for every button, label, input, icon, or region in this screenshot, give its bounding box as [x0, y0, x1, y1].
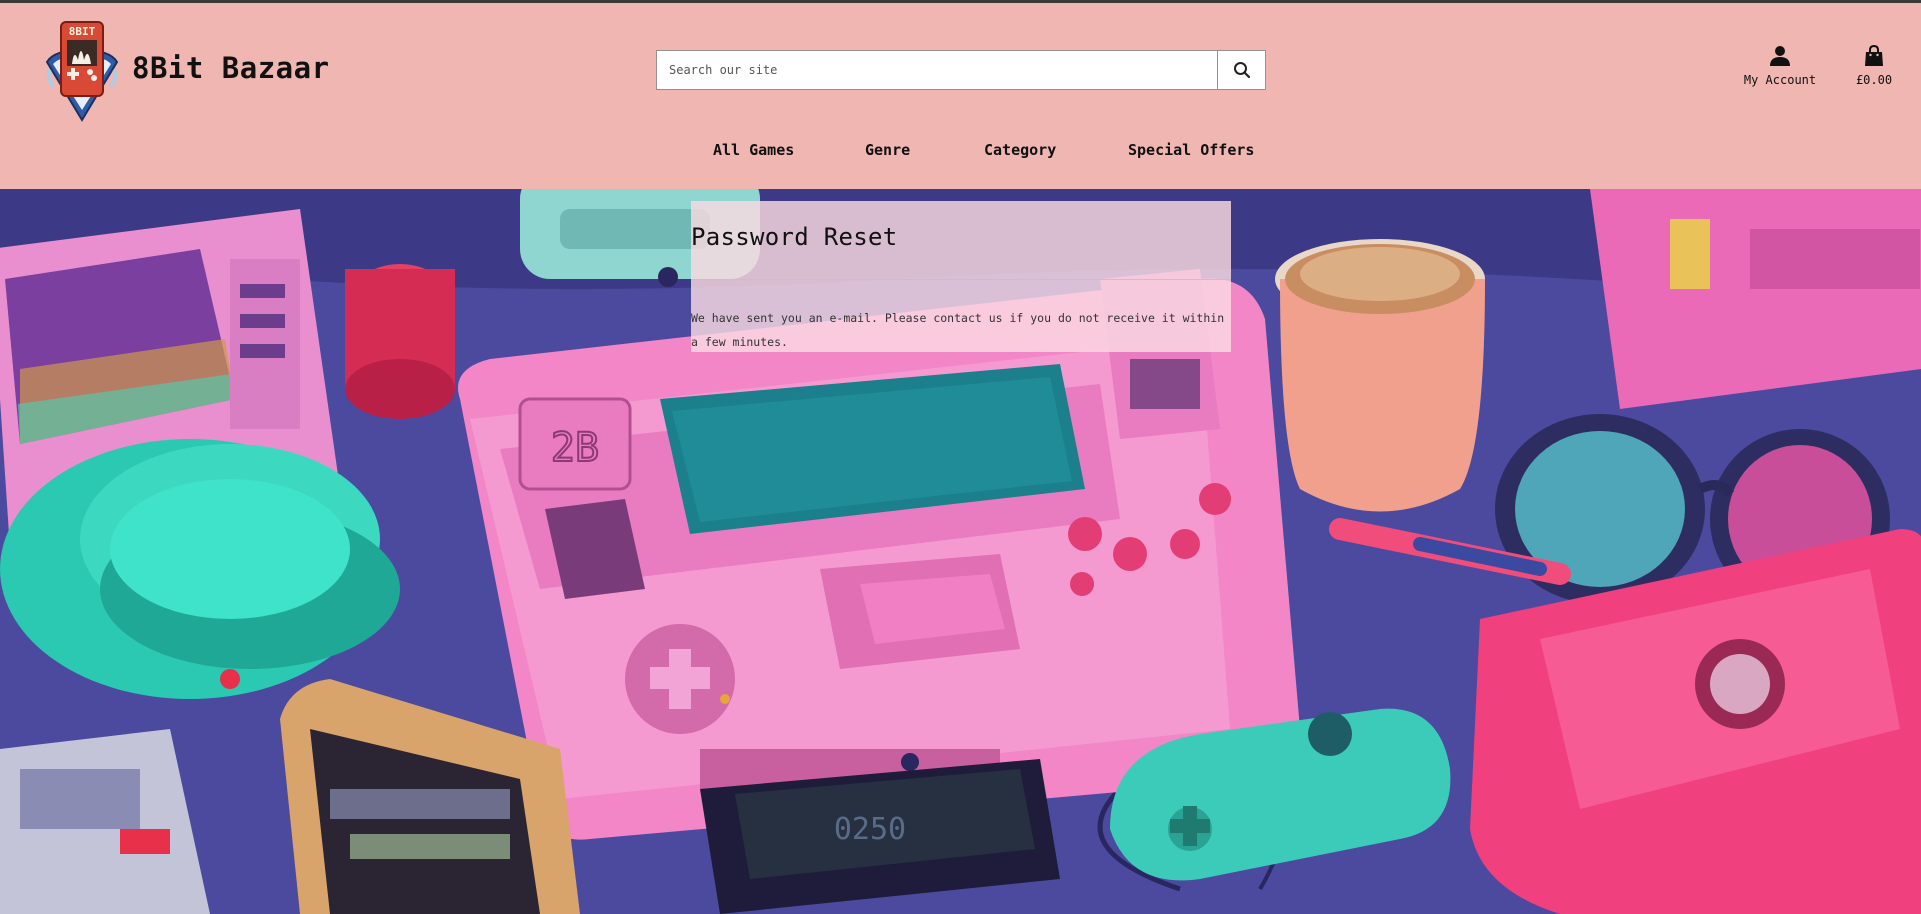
my-account-label: My Account [1743, 73, 1817, 87]
search-icon [1233, 62, 1250, 79]
page-title: Password Reset [691, 223, 898, 251]
nav-item-all-games[interactable]: All Games [713, 141, 794, 159]
password-reset-panel: Password Reset We have sent you an e-mai… [691, 201, 1231, 352]
search-input[interactable] [657, 51, 1217, 89]
divider [691, 279, 1231, 280]
main-nav: All Games Genre Category Special Offers [0, 141, 1921, 167]
hero-background: 2B 0250 Password Reset We have sent you … [0, 189, 1921, 914]
nav-item-genre[interactable]: Genre [865, 141, 910, 159]
my-account-link[interactable]: My Account [1740, 45, 1820, 87]
nav-item-category[interactable]: Category [984, 141, 1056, 159]
search-bar [656, 50, 1266, 90]
logo-text: 8BIT [69, 25, 96, 38]
site-header: 8BIT 8Bit Bazaar My Account [0, 3, 1921, 189]
svg-text:0250: 0250 [834, 812, 906, 847]
logo-emblem-icon: 8BIT [45, 21, 119, 122]
confirmation-message: We have sent you an e-mail. Please conta… [691, 311, 1225, 349]
cart-total: £0.00 [1855, 73, 1893, 87]
logo[interactable]: 8BIT [44, 20, 120, 122]
search-button[interactable] [1217, 51, 1265, 89]
shopping-bag-icon [1865, 45, 1883, 66]
cart-link[interactable]: £0.00 [1852, 45, 1896, 87]
user-icon [1770, 46, 1790, 66]
nav-item-special-offers[interactable]: Special Offers [1128, 141, 1254, 159]
brand-name[interactable]: 8Bit Bazaar [132, 51, 330, 85]
svg-text:2B: 2B [551, 425, 599, 471]
